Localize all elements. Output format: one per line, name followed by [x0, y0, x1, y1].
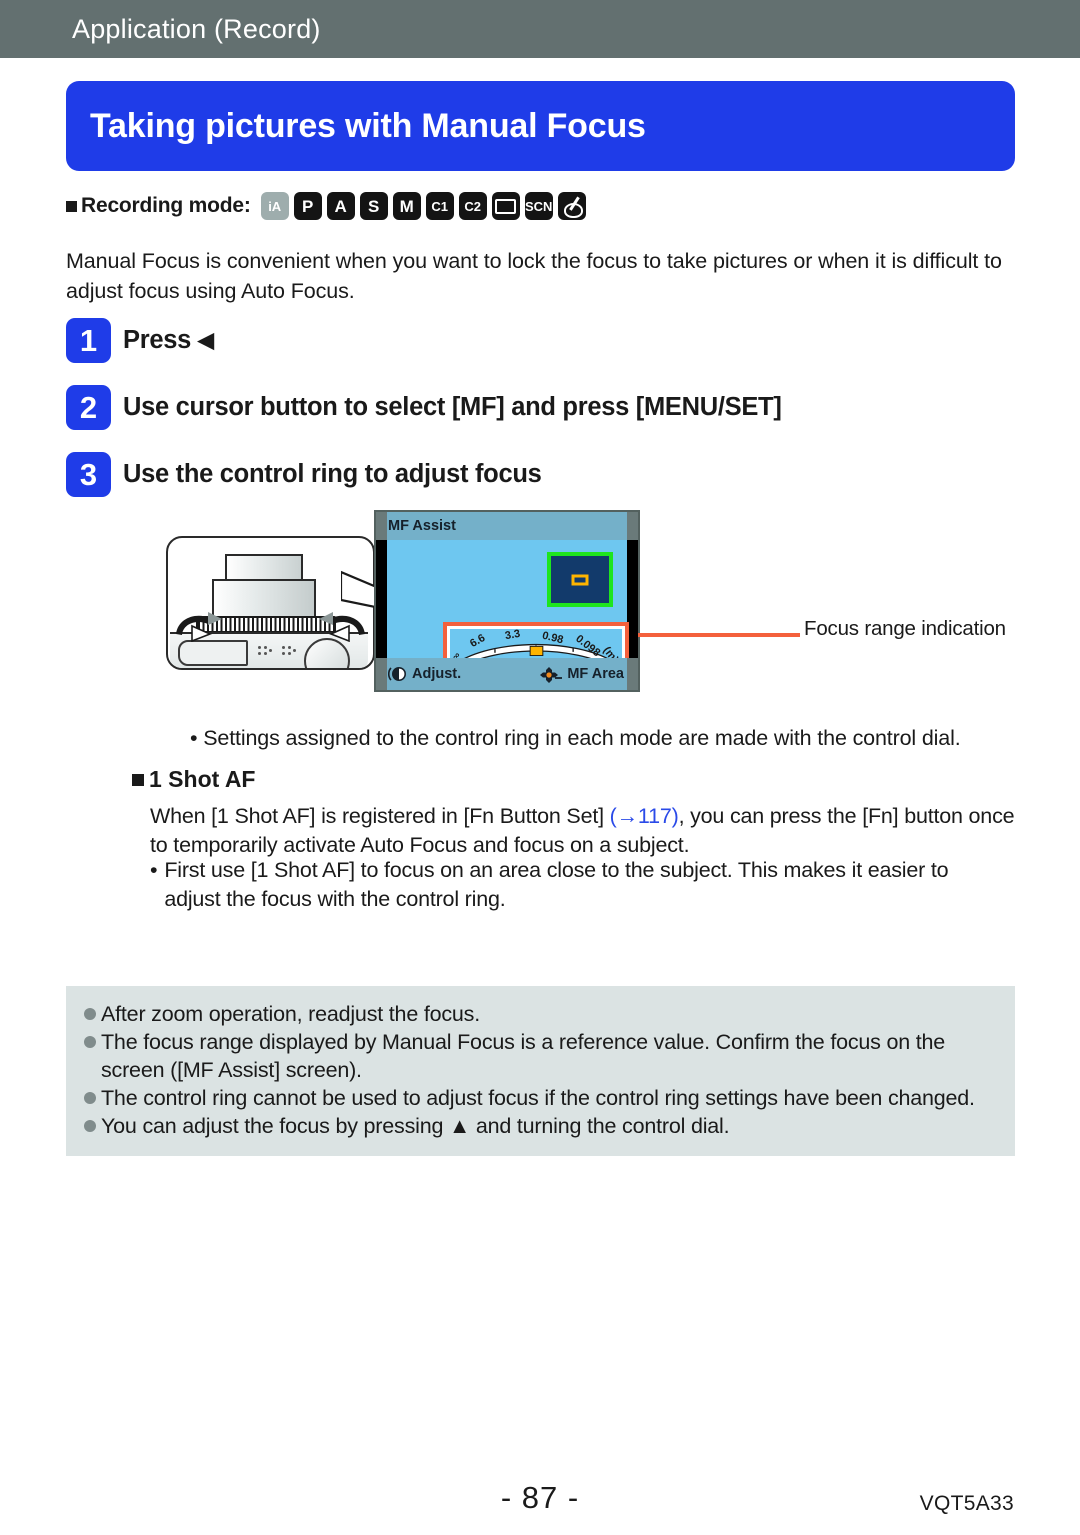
recording-mode-row: Recording mode: iA P A S M C1 C2 SCN [66, 190, 586, 222]
note-text: After zoom operation, readjust the focus… [101, 1002, 481, 1026]
control-ring-icon [388, 667, 406, 681]
mode-icon-s: S [359, 192, 388, 220]
section-heading-label: 1 Shot AF [149, 766, 256, 792]
cursor-button-icon [540, 666, 563, 683]
mode-icon-m: M [392, 192, 421, 220]
focus-range-indication-label: Focus range indication [804, 617, 1006, 640]
step-number-badge: 2 [66, 385, 111, 430]
square-bullet-icon [66, 200, 77, 212]
note-text: You can adjust the focus by pressing ▲ a… [101, 1114, 730, 1138]
section-sub-bullet-text: First use [1 Shot AF] to focus on an are… [164, 858, 949, 911]
recording-mode-label: Recording mode: [81, 194, 251, 217]
mf-live-view: ∞ 6.6 3.3 0.98 0.098 (m) [387, 540, 629, 679]
step-text: Press ◀ [123, 318, 214, 363]
rotate-left-arrow-icon [176, 612, 222, 642]
mf-area-label: MF Area [567, 666, 624, 682]
step-number-badge: 3 [66, 452, 111, 497]
note-bullet-icon [84, 1008, 96, 1020]
step-text: Use cursor button to select [MF] and pre… [123, 393, 782, 421]
page-title: Taking pictures with Manual Focus [90, 106, 646, 145]
note-item: The focus range displayed by Manual Focu… [84, 1028, 997, 1084]
bullet-dot-icon: • [150, 858, 158, 882]
note-bullet-icon [84, 1092, 96, 1104]
page-title-bar: Taking pictures with Manual Focus [66, 81, 1015, 171]
mode-icon-c1: C1 [425, 192, 454, 220]
page-reference-link[interactable]: (→117) [610, 804, 679, 828]
paragraph-part-1: When [1 Shot AF] is registered in [Fn Bu… [150, 804, 610, 828]
mf-assist-top-bar: MF Assist [376, 512, 638, 540]
square-bullet-icon [132, 773, 144, 786]
mf-area-marker [571, 574, 589, 585]
note-text: The control ring cannot be used to adjus… [101, 1086, 975, 1110]
mf-assist-bottom-bar: Adjust. MF Area [376, 658, 638, 690]
callout-connector [638, 633, 800, 637]
step-item: 1 Press ◀ [66, 318, 1018, 363]
mf-area-box [547, 552, 613, 607]
section-heading-1-shot-af: 1 Shot AF [132, 766, 255, 793]
footer-document-code: VQT5A33 [919, 1492, 1014, 1515]
step-item: 2 Use cursor button to select [MF] and p… [66, 385, 1018, 430]
step-label: Press [123, 326, 198, 354]
steps-list: 1 Press ◀ 2 Use cursor button to select … [66, 318, 1018, 519]
mode-icon-c2: C2 [458, 192, 487, 220]
note-text: The focus range displayed by Manual Focu… [101, 1030, 946, 1082]
camera-grip [178, 640, 248, 666]
mode-icon-a: A [326, 192, 355, 220]
camera-mic-right-icon [282, 646, 298, 656]
left-arrow-icon: ◀ [197, 329, 214, 352]
camera-lens-mid [212, 579, 316, 617]
mode-icon-panorama [491, 192, 520, 220]
page-header: Application (Record) [0, 0, 1080, 58]
step-item: 3 Use the control ring to adjust focus [66, 452, 1018, 497]
mf-assist-screen: MF Assist ∞ 6.6 3.3 0.98 0.098 (m) Adjus… [374, 510, 640, 692]
intro-paragraph: Manual Focus is convenient when you want… [66, 249, 1002, 303]
mode-icon-creative-control [557, 192, 586, 220]
camera-mic-left-icon [258, 646, 274, 656]
adjust-label: Adjust. [412, 666, 462, 682]
adjust-hint: Adjust. [388, 666, 461, 682]
step-number-badge: 1 [66, 318, 111, 363]
step-text: Use the control ring to adjust focus [123, 460, 542, 488]
notes-box: After zoom operation, readjust the focus… [66, 986, 1015, 1156]
mode-icon-p: P [293, 192, 322, 220]
page-header-title: Application (Record) [72, 13, 321, 44]
note-item: You can adjust the focus by pressing ▲ a… [84, 1112, 997, 1140]
camera-lens-top [225, 554, 303, 580]
footer-page-number: - 87 - [500, 1480, 580, 1515]
note-bullet-icon [84, 1036, 96, 1048]
note-item: After zoom operation, readjust the focus… [84, 1000, 997, 1028]
mode-icon-scn: SCN [524, 192, 553, 220]
control-ring-note: • Settings assigned to the control ring … [190, 726, 961, 750]
note-item: The control ring cannot be used to adjus… [84, 1084, 997, 1112]
camera-dial [304, 638, 350, 668]
mode-icon-ia: iA [260, 192, 289, 220]
mf-area-hint: MF Area [540, 666, 624, 683]
note-bullet-icon [84, 1120, 96, 1132]
recording-mode-icon-list: iA P A S M C1 C2 SCN [260, 192, 586, 220]
mf-assist-title: MF Assist [388, 518, 456, 534]
manual-focus-illustration: MF Assist ∞ 6.6 3.3 0.98 0.098 (m) Adjus… [166, 506, 1036, 706]
section-paragraph: When [1 Shot AF] is registered in [Fn Bu… [150, 802, 1020, 860]
section-sub-bullet: • First use [1 Shot AF] to focus on an a… [150, 856, 995, 914]
